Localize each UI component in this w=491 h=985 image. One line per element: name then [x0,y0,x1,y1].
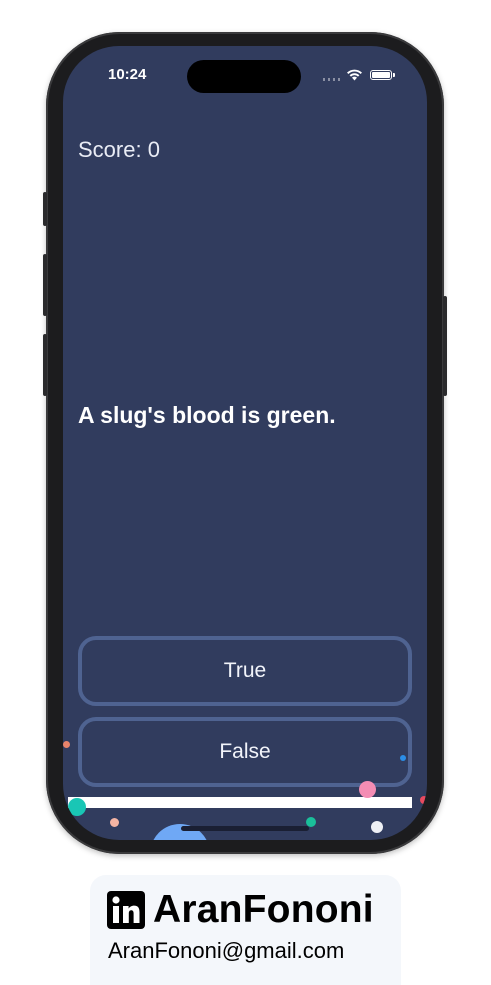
confetti-dot [110,818,119,827]
progress-bar [68,797,412,808]
cellular-signal-icon [323,78,341,81]
contact-name-row: AranFononi [107,888,374,932]
confetti-dot [63,741,70,748]
score-label: Score: 0 [78,137,160,162]
status-time: 10:24 [108,66,147,83]
wifi-icon [347,69,362,81]
linkedin-icon[interactable] [107,891,145,929]
true-button[interactable]: True [78,636,412,706]
false-button-label: False [219,740,271,763]
side-button-power [443,296,447,396]
phone-screen: 10:24 Score: 0 A slug's blood is green. … [63,46,427,840]
home-indicator[interactable] [181,826,309,831]
battery-icon [370,70,395,80]
confetti-dot [371,821,383,833]
true-button-label: True [223,659,267,682]
false-button[interactable]: False [78,717,412,787]
side-button-volume-up [43,254,47,316]
confetti-dot [420,796,427,804]
contact-email[interactable]: AranFononi@gmail.com [108,938,344,964]
question-text: A slug's blood is green. [78,402,336,428]
confetti-dot [400,755,406,761]
confetti-dot [359,781,376,798]
side-button-mute [43,192,47,226]
confetti-dot [68,798,86,816]
contact-name: AranFononi [153,888,374,931]
linkedin-glyph [112,896,140,923]
side-button-volume-down [43,334,47,396]
dynamic-island [187,60,301,93]
